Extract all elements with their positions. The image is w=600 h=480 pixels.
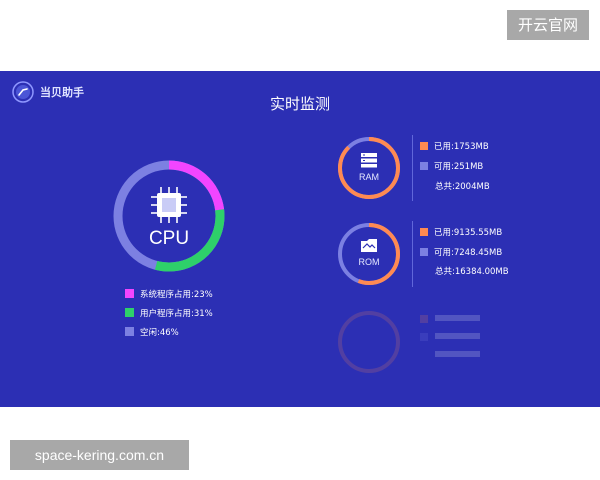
legend-swatch-user bbox=[125, 308, 134, 317]
rom-used-swatch bbox=[420, 228, 428, 236]
rom-available-row: 可用:7248.45MB bbox=[420, 245, 502, 259]
legend-item-system: 系统程序占用:23% bbox=[125, 284, 213, 303]
ram-used-value: 已用:1753MB bbox=[434, 142, 489, 152]
reflection-ring bbox=[338, 311, 480, 373]
legend-label-user: 用户程序占用:31% bbox=[140, 308, 213, 319]
ram-total-value: 总共:2004MB bbox=[435, 182, 490, 192]
rom-total-value: 总共:16384.00MB bbox=[435, 267, 509, 277]
legend-label-system: 系统程序占用:23% bbox=[140, 289, 213, 300]
rom-label: ROM bbox=[358, 257, 380, 267]
legend-swatch-idle bbox=[125, 327, 134, 336]
watermark-bottom: space-kering.com.cn bbox=[10, 440, 189, 470]
ram-available-row: 可用:251MB bbox=[420, 159, 483, 173]
page-title: 实时监测 bbox=[269, 95, 330, 113]
cpu-label: CPU bbox=[148, 228, 190, 249]
rom-ring bbox=[338, 223, 400, 285]
legend-swatch-system bbox=[125, 289, 134, 298]
rom-folder-icon bbox=[361, 239, 377, 252]
ram-available-value: 可用:251MB bbox=[434, 162, 484, 172]
page: 开云官网 当贝助手 实时监测 CPU 系统程序占用:23% 用户程序占用:31%… bbox=[0, 0, 600, 480]
cpu-chip-icon bbox=[151, 187, 187, 223]
ram-label: RAM bbox=[359, 172, 379, 182]
legend-label-idle: 空闲:46% bbox=[140, 327, 179, 338]
legend-item-user: 用户程序占用:31% bbox=[125, 303, 213, 322]
floor-reflection bbox=[330, 307, 530, 377]
rom-divider bbox=[412, 221, 413, 287]
watermark-top: 开云官网 bbox=[507, 10, 589, 40]
cpu-legend: 系统程序占用:23% 用户程序占用:31% 空闲:46% bbox=[125, 284, 213, 341]
monitor-screen: 当贝助手 实时监测 CPU 系统程序占用:23% 用户程序占用:31% 空闲:4… bbox=[0, 71, 600, 407]
ram-divider bbox=[412, 135, 413, 201]
rom-used-value: 已用:9135.55MB bbox=[434, 228, 503, 238]
legend-item-idle: 空闲:46% bbox=[125, 322, 213, 341]
ram-stack-icon bbox=[361, 153, 377, 168]
ram-available-swatch bbox=[420, 162, 428, 170]
ram-ring bbox=[338, 137, 400, 199]
ram-used-swatch bbox=[420, 142, 428, 150]
rom-available-swatch bbox=[420, 248, 428, 256]
rom-used-row: 已用:9135.55MB bbox=[420, 225, 502, 239]
ram-used-row: 已用:1753MB bbox=[420, 139, 489, 153]
ram-used-arc bbox=[338, 137, 400, 199]
rom-available-value: 可用:7248.45MB bbox=[434, 248, 503, 258]
